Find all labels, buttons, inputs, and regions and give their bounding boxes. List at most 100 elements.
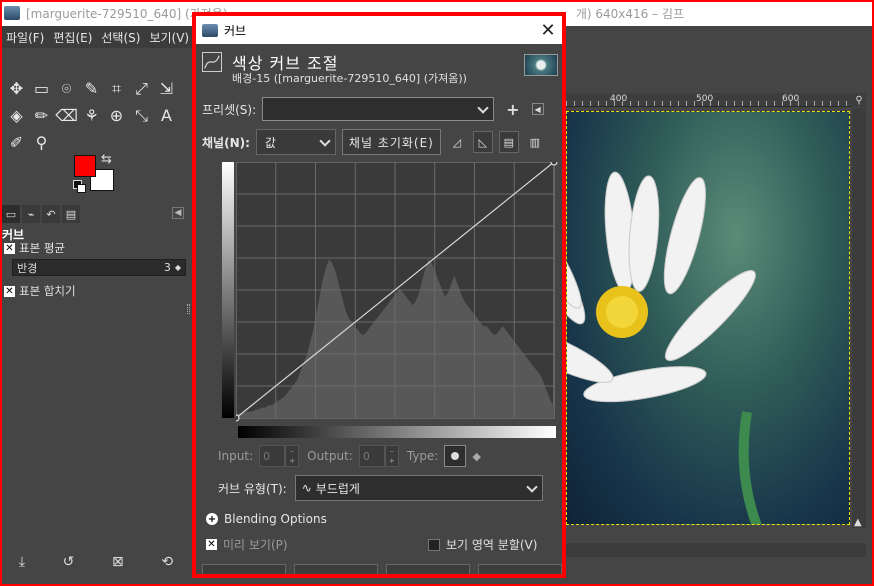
horizontal-ruler: 400 500 600 [566,93,852,107]
cancel-button[interactable]: Cancel [478,564,562,574]
reset-channel-button[interactable]: 채널 초기화(E) [341,129,441,155]
default-colors-icon[interactable] [73,180,86,193]
transform-tool-icon[interactable]: ⤢ [129,76,154,101]
sample-merged-row[interactable]: ✕ 표본 합치기 [4,283,76,299]
undo-history-tab-icon[interactable]: ↶ [42,205,60,223]
preview-checkbox[interactable]: ✕ [206,539,217,550]
device-status-tab-icon[interactable]: ⌁ [22,205,40,223]
sample-average-row[interactable]: ✕ 표본 평균 [4,240,65,256]
menu-edit[interactable]: 편집(E) [53,29,92,46]
input-output-row: Input: 0 – + Output: 0 – + Type: ◆ [218,444,558,468]
curves-dialog: 커브 ✕ 색상 커브 조절 배경-15 ([marguerite-729510_… [192,12,566,578]
channel-label: 채널(N): [202,135,250,150]
tool-options-tab-icon[interactable]: ▭ [2,205,20,223]
input-label: Input: [218,449,254,463]
zoom-tool-icon[interactable]: ⚲ [29,130,54,155]
rect-select-tool-icon[interactable]: ▭ [29,76,54,101]
move-tool-icon[interactable]: ✥ [4,76,29,101]
lasso-tool-icon[interactable]: ⌾ [54,76,79,101]
restore-options-icon[interactable]: ↺ [63,554,75,570]
curve-type-combo[interactable]: ∿ 부드럽게 [294,475,543,501]
color-picker-tool-icon[interactable]: ✐ [4,130,29,155]
split-view-checkbox[interactable] [428,538,440,551]
radius-label: 반경 [17,261,38,275]
scroll-down-icon[interactable]: ▲ [854,517,862,528]
add-preset-icon[interactable]: + [506,100,519,119]
dialog-titlebar: 커브 ✕ [196,16,562,44]
horizontal-scrollbar[interactable] [566,543,866,557]
smooth-point-icon[interactable] [444,445,467,467]
text-tool-icon[interactable]: A [154,103,179,128]
channel-combo[interactable]: 값 [255,129,336,155]
output-label: Output: [307,449,353,463]
ok-button[interactable]: 확인(O) [386,564,470,574]
chevron-down-icon [526,481,538,493]
curve-control-point[interactable] [550,162,558,166]
toolbox-panel: ✥ ▭ ⌾ ✎ ⌗ ⤢ ⇲ ◈ ✏ ⌫ ⚘ ⊕ ⤡ A ✐ ⚲ ⇆ ▭ ⌁ ↶ … [0,48,192,586]
paintbrush-tool-icon[interactable]: ✏ [29,103,54,128]
expand-plus-icon[interactable]: + [206,513,218,525]
split-view-label: 보기 영역 분할(V) [446,538,538,552]
presets-label: 프리셋(S): [202,102,257,117]
sample-merged-checkbox[interactable]: ✕ [4,285,15,297]
foreground-color-swatch[interactable] [74,155,96,177]
output-gradient-bar [222,162,234,418]
dialog-window-title: 커브 [224,23,247,38]
ruler-ticks [566,101,852,106]
linear-histogram-icon[interactable]: ◿ [447,131,467,153]
swap-colors-icon[interactable]: ⇆ [101,152,112,167]
reset-options-icon[interactable]: ⟲ [161,554,173,570]
reset-button[interactable]: Reset [294,564,378,574]
dock-resize-handle[interactable] [187,304,190,314]
histogram-view-icon[interactable]: ▤ [498,131,519,153]
dialog-button-row: Help Reset 확인(O) Cancel [202,564,562,574]
fuzzy-select-tool-icon[interactable]: ✎ [79,76,104,101]
images-tab-icon[interactable]: ▤ [62,205,80,223]
eraser-tool-icon[interactable]: ⌫ [54,103,79,128]
curve-editor[interactable] [222,162,560,424]
menu-select[interactable]: 선택(S) [101,29,140,46]
presets-row: 프리셋(S): + ◀ [202,96,558,122]
input-stepper[interactable]: – + [285,445,300,467]
curve-graph[interactable] [236,162,560,424]
radius-stepper-icon[interactable]: ◆ [175,263,181,272]
menu-view[interactable]: 보기(V) [149,29,189,46]
menubar: 파일(F) 편집(E) 선택(S) 보기(V) [0,26,200,48]
log-histogram-icon[interactable]: ◺ [472,131,493,153]
dock-tabs: ▭ ⌁ ↶ ▤ ◀ [0,204,192,224]
curve-type-value: 부드럽게 [315,481,360,496]
menu-file[interactable]: 파일(F) [6,29,44,46]
histogram-overlay-icon[interactable]: ▥ [525,131,545,153]
radius-spinfield[interactable]: 반경 3 ◆ [12,259,186,276]
close-icon[interactable]: ✕ [534,16,562,44]
path-tool-icon[interactable]: ⤡ [129,103,154,128]
warp-tool-icon[interactable]: ⇲ [154,76,179,101]
input-gradient-bar [238,426,556,438]
vertical-scrollbar[interactable]: ▲ [852,108,866,528]
heal-tool-icon[interactable]: ⊕ [104,103,129,128]
curve-type-label: 커브 유형(T): [218,481,287,496]
output-stepper[interactable]: – + [384,445,399,467]
save-options-icon[interactable]: ⤓ [19,554,25,570]
image-canvas[interactable] [566,111,850,525]
delete-options-icon[interactable]: ⊠ [112,554,124,570]
presets-combo[interactable] [262,97,495,121]
corner-point-icon[interactable]: ◆ [472,450,480,463]
crop-tool-icon[interactable]: ⌗ [104,76,129,101]
clone-tool-icon[interactable]: ⚘ [79,103,104,128]
preset-menu-icon[interactable]: ◀ [531,103,544,115]
preview-row[interactable]: ✕ 미리 보기(P) [206,536,288,553]
blending-options-expander[interactable]: + Blending Options [206,512,327,526]
channel-row: 채널(N): 값 채널 초기화(E) ◿ ◺ ▤ ▥ [202,128,558,156]
input-field[interactable]: 0 [259,445,286,467]
dock-menu-icon[interactable]: ◀ [172,207,184,219]
output-field[interactable]: 0 [358,445,385,467]
curve-control-point[interactable] [236,414,240,422]
zoom-icon[interactable]: ⚲ [852,93,866,107]
chevron-down-icon [477,102,489,114]
split-view-row[interactable]: 보기 영역 분할(V) [428,536,537,553]
smooth-curve-icon: ∿ [301,481,312,495]
help-button[interactable]: Help [202,564,286,574]
bucket-fill-tool-icon[interactable]: ◈ [4,103,29,128]
sample-average-checkbox[interactable]: ✕ [4,242,15,254]
